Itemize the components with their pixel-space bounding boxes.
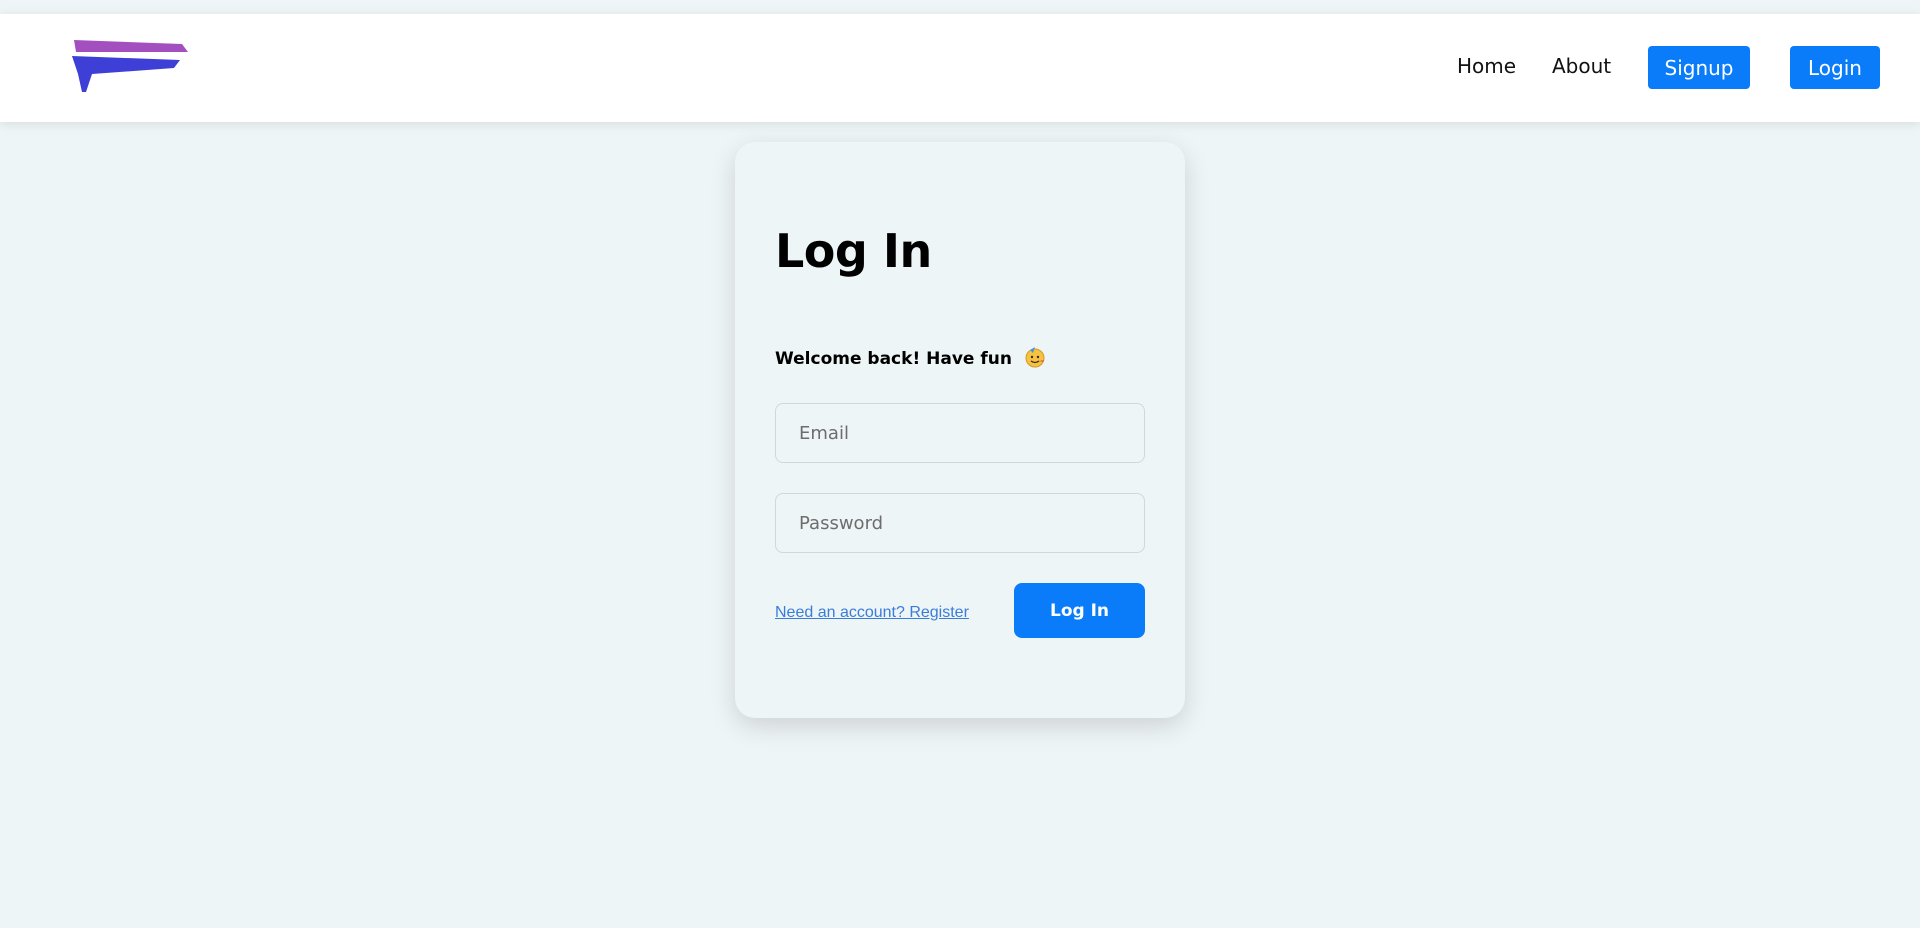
login-submit-button[interactable]: Log In bbox=[1014, 583, 1145, 638]
brush-stroke-logo-icon[interactable] bbox=[70, 34, 194, 98]
page-title: Log In bbox=[775, 224, 932, 278]
welcome-text: Welcome back! Have fun bbox=[775, 349, 1012, 369]
login-card: Log In Welcome back! Have fun Need an ac… bbox=[735, 142, 1185, 718]
party-face-icon bbox=[1025, 347, 1045, 368]
nav-home-link[interactable]: Home bbox=[1457, 54, 1516, 78]
signup-button[interactable]: Signup bbox=[1648, 46, 1750, 89]
login-nav-button[interactable]: Login bbox=[1790, 46, 1880, 89]
welcome-message: Welcome back! Have fun bbox=[775, 346, 1046, 369]
navbar: Home About Signup Login bbox=[0, 14, 1920, 122]
nav-about-link[interactable]: About bbox=[1552, 54, 1611, 78]
password-field[interactable] bbox=[775, 493, 1145, 553]
email-field[interactable] bbox=[775, 403, 1145, 463]
register-link[interactable]: Need an account? Register bbox=[775, 604, 969, 622]
